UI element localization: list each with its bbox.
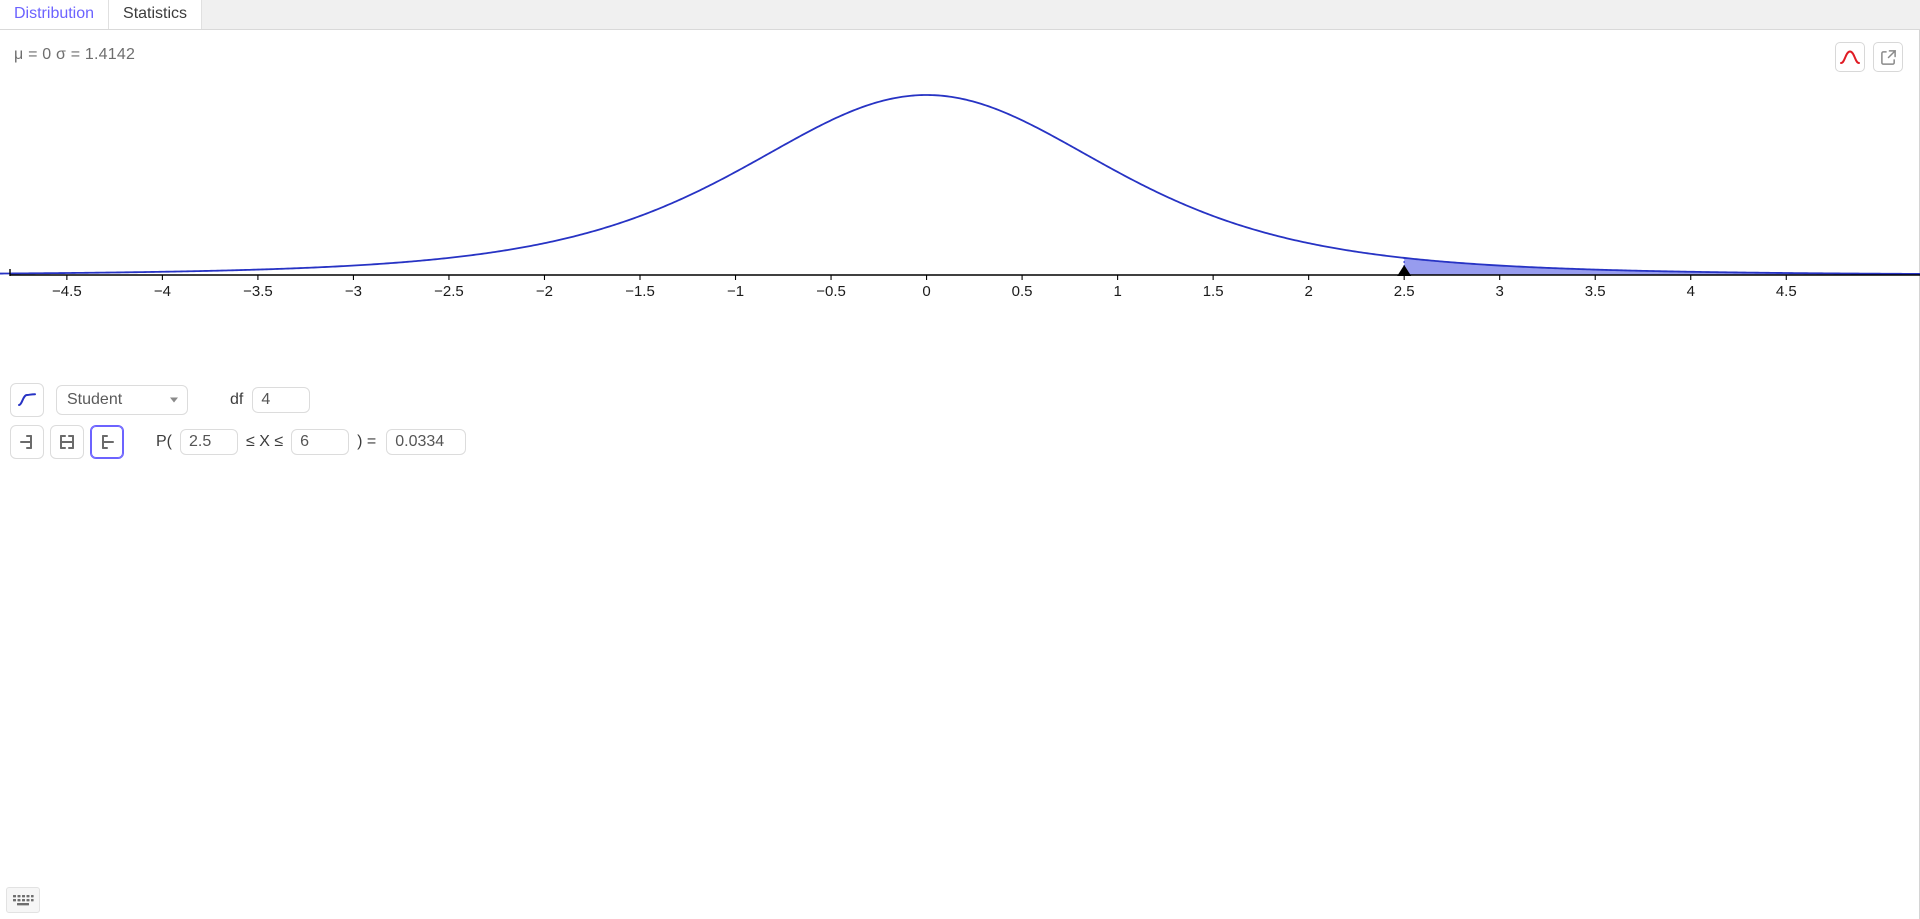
s-curve-icon bbox=[18, 393, 36, 406]
df-input[interactable]: 4 bbox=[252, 387, 311, 413]
probability-result-value: 0.0334 bbox=[395, 433, 445, 450]
distribution-row: Student df 4 bbox=[0, 380, 1920, 420]
probability-expression: P( 2.5 ≤ X ≤ 6 ) = 0.0334 bbox=[154, 429, 467, 455]
df-input-value: 4 bbox=[261, 391, 271, 408]
x-tick-label: −3.5 bbox=[243, 283, 273, 300]
probability-result-input[interactable]: 0.0334 bbox=[386, 429, 467, 455]
df-label: df bbox=[230, 391, 244, 408]
interval-two-tail-button[interactable] bbox=[50, 425, 84, 459]
x-tick-label: −0.5 bbox=[816, 283, 846, 300]
lower-bound-input[interactable]: 2.5 bbox=[180, 429, 238, 455]
x-tick-label: −1 bbox=[727, 283, 744, 300]
x-tick-label: 4.5 bbox=[1776, 283, 1797, 300]
probability-suffix: ) = bbox=[357, 433, 377, 450]
distribution-chart-svg: −4.5 −4 −3.5 −3 −2.5 −2 −1.5 −1 −0.5 0 0.5 1 1.5 2 2.5… bbox=[0, 94, 1920, 300]
x-tick-label: −1.5 bbox=[625, 283, 655, 300]
x-tick-label: 3 bbox=[1496, 283, 1504, 300]
tab-distribution[interactable]: Distribution bbox=[0, 0, 110, 29]
distribution-plot[interactable]: −4.5 −4 −3.5 −3 −2.5 −2 −1.5 −1 −0.5 0 0.5 1 1.5 2 2.5… bbox=[0, 62, 1920, 372]
lower-bound-value: 2.5 bbox=[189, 433, 212, 450]
x-axis-tick-labels: −4.5 −4 −3.5 −3 −2.5 −2 −1.5 −1 −0.5 0 0.5 1 1.5 2 2.5… bbox=[52, 275, 1797, 300]
x-tick-label: 4 bbox=[1687, 283, 1695, 300]
bracket-both-icon bbox=[60, 435, 74, 449]
shaded-probability-region bbox=[1403, 257, 1920, 275]
tab-bar: Distribution Statistics bbox=[0, 0, 1920, 30]
probability-calculator-app: Distribution Statistics μ = 0 σ = 1.4142 bbox=[0, 0, 1920, 919]
x-tick-label: −4.5 bbox=[52, 283, 82, 300]
distribution-select[interactable]: Student bbox=[56, 385, 188, 415]
interval-right-tail-button[interactable] bbox=[90, 425, 124, 459]
keyboard-icon bbox=[13, 895, 34, 906]
interval-type-buttons bbox=[10, 425, 124, 459]
bracket-left-icon bbox=[102, 435, 114, 449]
x-tick-label: −2.5 bbox=[434, 283, 464, 300]
x-tick-label: −3 bbox=[345, 283, 362, 300]
probability-prefix: P( bbox=[156, 433, 172, 450]
interval-left-tail-button[interactable] bbox=[10, 425, 44, 459]
virtual-keyboard-button[interactable] bbox=[6, 887, 40, 913]
x-tick-label: 3.5 bbox=[1585, 283, 1606, 300]
upper-bound-value: 6 bbox=[300, 433, 310, 450]
chevron-down-icon bbox=[170, 397, 178, 403]
tab-statistics-label: Statistics bbox=[123, 5, 188, 22]
probability-row: P( 2.5 ≤ X ≤ 6 ) = 0.0334 bbox=[0, 422, 1920, 462]
x-tick-label: −4 bbox=[154, 283, 171, 300]
x-tick-label: 1.5 bbox=[1203, 283, 1224, 300]
cumulative-toggle-button[interactable] bbox=[10, 383, 44, 417]
x-tick-label: 0 bbox=[922, 283, 930, 300]
density-curve bbox=[0, 94, 1920, 275]
tab-distribution-label: Distribution bbox=[14, 5, 95, 22]
distribution-select-value: Student bbox=[67, 391, 123, 408]
bracket-right-icon bbox=[20, 435, 32, 449]
x-tick-label: 2 bbox=[1304, 283, 1312, 300]
x-tick-label: 2.5 bbox=[1394, 283, 1415, 300]
upper-bound-input[interactable]: 6 bbox=[291, 429, 350, 455]
controls-panel: Student df 4 P(2.5 ≤ X ≤ 6) = 0.0334 bbox=[0, 380, 1920, 462]
x-tick-label: 0.5 bbox=[1012, 283, 1033, 300]
x-tick-label: −2 bbox=[536, 283, 553, 300]
tab-statistics[interactable]: Statistics bbox=[109, 0, 203, 29]
probability-middle-operator: ≤ X ≤ bbox=[246, 433, 284, 450]
x-tick-label: 1 bbox=[1113, 283, 1121, 300]
